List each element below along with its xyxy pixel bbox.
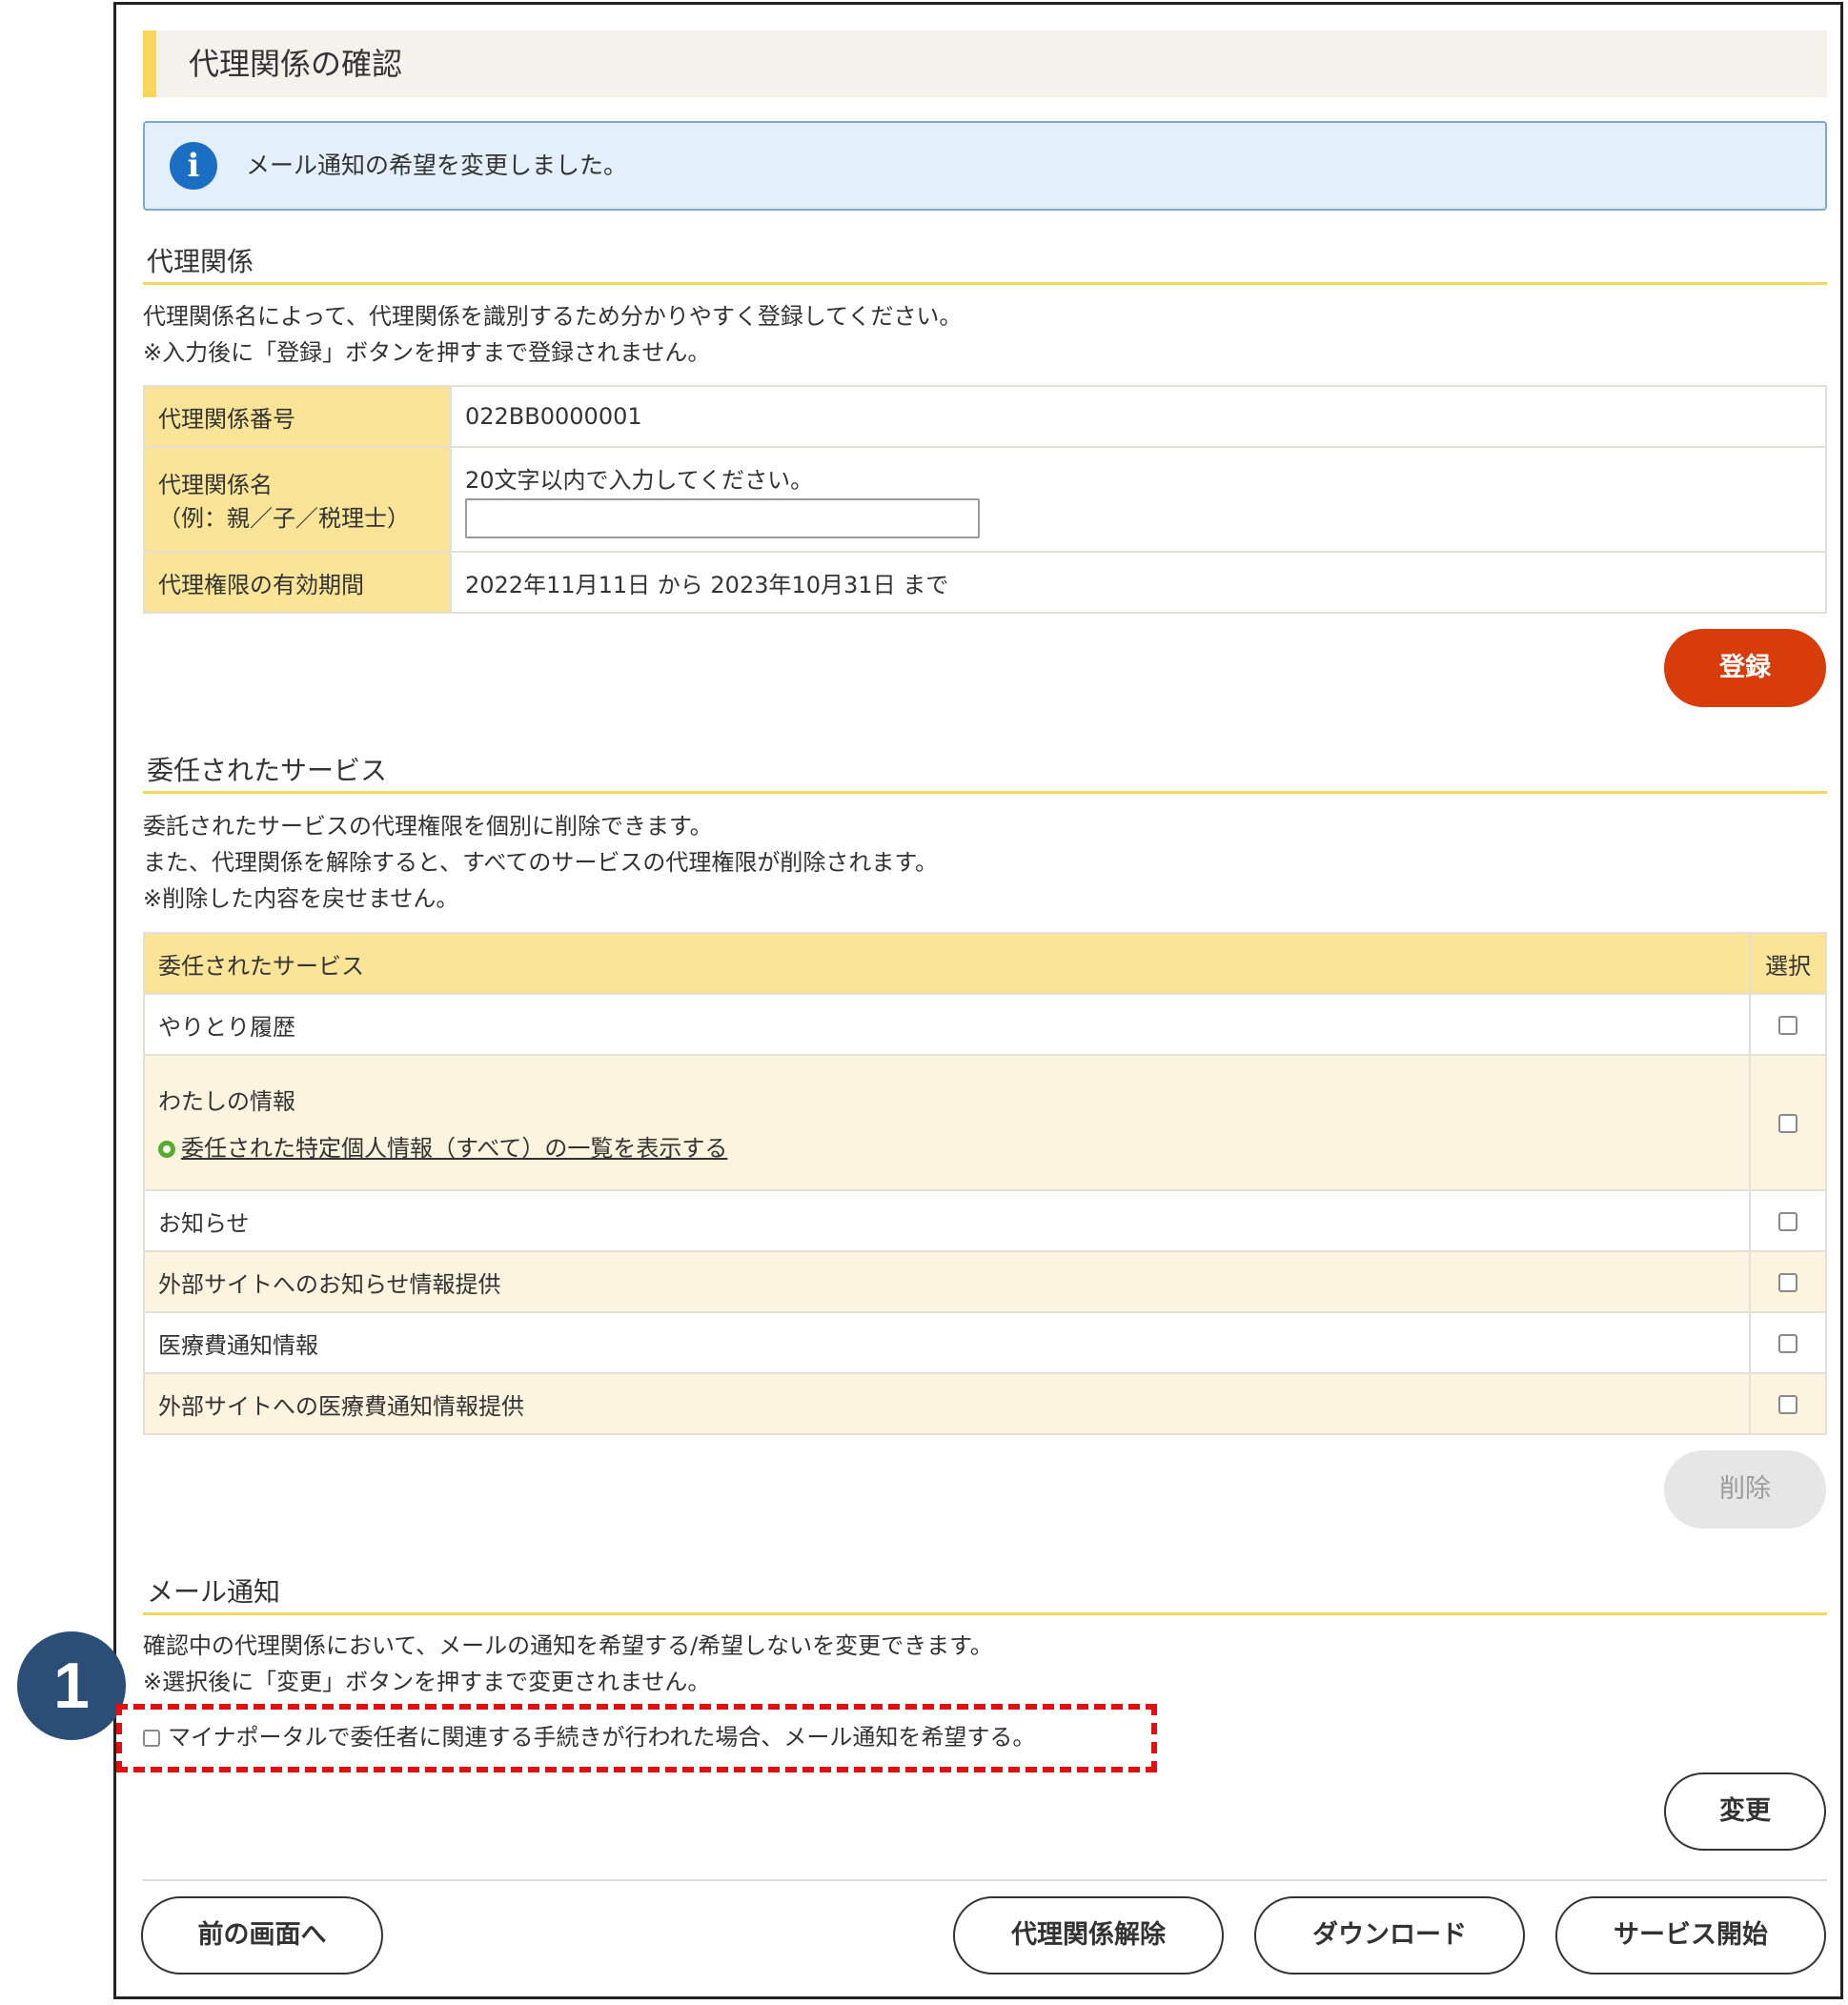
services-col-select: 選択 (1749, 932, 1827, 995)
release-relation-button[interactable]: 代理関係解除 (953, 1896, 1224, 1975)
mail-description: 確認中の代理関係において、メールの通知を希望する/希望しないを変更できます。 ※… (143, 1628, 1827, 1700)
service-row: お知らせ (143, 1189, 1827, 1252)
page-title: 代理関係の確認 (143, 30, 1827, 97)
info-message-text: メール通知の希望を変更しました。 (246, 152, 628, 179)
service-checkbox[interactable] (1778, 1273, 1797, 1292)
service-row: わたしの情報 委任された特定個人情報（すべて）の一覧を表示する (143, 1054, 1827, 1191)
mail-heading: メール通知 (143, 1572, 1827, 1615)
relation-name-label-line2: （例：親／子／税理士） (158, 505, 410, 532)
services-desc-line1: 委託されたサービスの代理権限を個別に削除できます。 (143, 813, 713, 840)
mail-notify-label[interactable]: マイナポータルで委任者に関連する手続きが行われた場合、メール通知を希望する。 (168, 1724, 1035, 1751)
service-row: 外部サイトへのお知らせ情報提供 (143, 1250, 1827, 1313)
relation-name-cell: 20文字以内で入力してください。 (450, 446, 1827, 553)
relation-description: 代理関係名によって、代理関係を識別するため分かりやすく登録してください。 ※入力… (143, 298, 1827, 371)
service-label: 外部サイトへの医療費通知情報提供 (143, 1372, 1751, 1435)
service-label: 医療費通知情報 (143, 1311, 1751, 1374)
service-cell: わたしの情報 委任された特定個人情報（すべて）の一覧を表示する (143, 1054, 1751, 1191)
service-row: やりとり履歴 (143, 993, 1827, 1056)
relation-name-hint: 20文字以内で入力してください。 (465, 466, 814, 494)
service-select-cell (1749, 1311, 1827, 1374)
relation-desc-line2: ※入力後に「登録」ボタンを押すまで登録されません。 (143, 339, 711, 366)
service-checkbox[interactable] (1778, 1395, 1797, 1414)
back-button[interactable]: 前の画面へ (141, 1896, 383, 1975)
services-desc-line3: ※削除した内容を戻せません。 (143, 885, 459, 912)
mail-notify-checkbox[interactable] (143, 1730, 160, 1747)
service-select-cell (1749, 993, 1827, 1056)
service-row: 医療費通知情報 (143, 1311, 1827, 1374)
services-table: 委任されたサービス 選択 やりとり履歴 わたしの情報 委任された特定個人情報（す… (143, 932, 1827, 1435)
service-checkbox[interactable] (1778, 1212, 1797, 1231)
relation-number-value: 022BB0000001 (450, 385, 1827, 448)
service-checkbox[interactable] (1778, 1334, 1797, 1353)
delete-button[interactable]: 削除 (1664, 1450, 1826, 1529)
change-button[interactable]: 変更 (1664, 1772, 1826, 1851)
service-label: わたしの情報 (158, 1088, 295, 1115)
service-select-cell (1749, 1054, 1827, 1191)
service-label: お知らせ (143, 1189, 1751, 1252)
service-label: 外部サイトへのお知らせ情報提供 (143, 1250, 1751, 1313)
services-col-service: 委任されたサービス (143, 932, 1751, 995)
relation-period-value: 2022年11月11日 から 2023年10月31日 まで (450, 551, 1827, 614)
services-header-row: 委任されたサービス 選択 (143, 932, 1827, 995)
service-row: 外部サイトへの医療費通知情報提供 (143, 1372, 1827, 1435)
service-checkbox[interactable] (1778, 1114, 1797, 1133)
services-description: 委託されたサービスの代理権限を個別に削除できます。 また、代理関係を解除すると、… (143, 808, 1827, 917)
relation-name-label-line1: 代理関係名 (158, 472, 273, 498)
download-button[interactable]: ダウンロード (1254, 1896, 1525, 1975)
relation-desc-line1: 代理関係名によって、代理関係を識別するため分かりやすく登録してください。 (143, 303, 963, 330)
relation-number-label: 代理関係番号 (143, 385, 452, 448)
register-button[interactable]: 登録 (1664, 629, 1826, 707)
service-label: やりとり履歴 (143, 993, 1751, 1056)
mail-desc-line2: ※選択後に「変更」ボタンを押すまで変更されません。 (143, 1669, 711, 1695)
relation-name-label: 代理関係名 （例：親／子／税理士） (143, 446, 452, 553)
service-select-cell (1749, 1189, 1827, 1252)
annotation-badge: 1 (17, 1631, 126, 1740)
footer-divider (143, 1879, 1827, 1881)
relation-period-label: 代理権限の有効期間 (143, 551, 452, 614)
relation-table: 代理関係番号 022BB0000001 代理関係名 （例：親／子／税理士） 20… (143, 385, 1827, 614)
service-link-line: 委任された特定個人情報（すべて）の一覧を表示する (158, 1129, 1736, 1163)
relation-heading: 代理関係 (143, 242, 1827, 285)
info-message-box: i メール通知の希望を変更しました。 (143, 121, 1827, 211)
service-checkbox[interactable] (1778, 1016, 1797, 1035)
mail-notify-option[interactable]: マイナポータルで委任者に関連する手続きが行われた場合、メール通知を希望する。 (143, 1721, 1035, 1753)
info-icon: i (170, 142, 217, 190)
relation-name-input[interactable] (465, 497, 980, 538)
relation-period-row: 代理権限の有効期間 2022年11月11日 から 2023年10月31日 まで (143, 551, 1827, 614)
start-service-button[interactable]: サービス開始 (1555, 1896, 1826, 1975)
mail-desc-line1: 確認中の代理関係において、メールの通知を希望する/希望しないを変更できます。 (143, 1632, 993, 1659)
service-select-cell (1749, 1250, 1827, 1313)
relation-name-row: 代理関係名 （例：親／子／税理士） 20文字以内で入力してください。 (143, 446, 1827, 553)
service-select-cell (1749, 1372, 1827, 1435)
relation-number-row: 代理関係番号 022BB0000001 (143, 385, 1827, 448)
services-desc-line2: また、代理関係を解除すると、すべてのサービスの代理権限が削除されます。 (143, 849, 938, 876)
specific-info-list-link[interactable]: 委任された特定個人情報（すべて）の一覧を表示する (181, 1135, 727, 1162)
circle-bullet-icon (158, 1141, 175, 1158)
services-heading: 委任されたサービス (143, 751, 1827, 794)
